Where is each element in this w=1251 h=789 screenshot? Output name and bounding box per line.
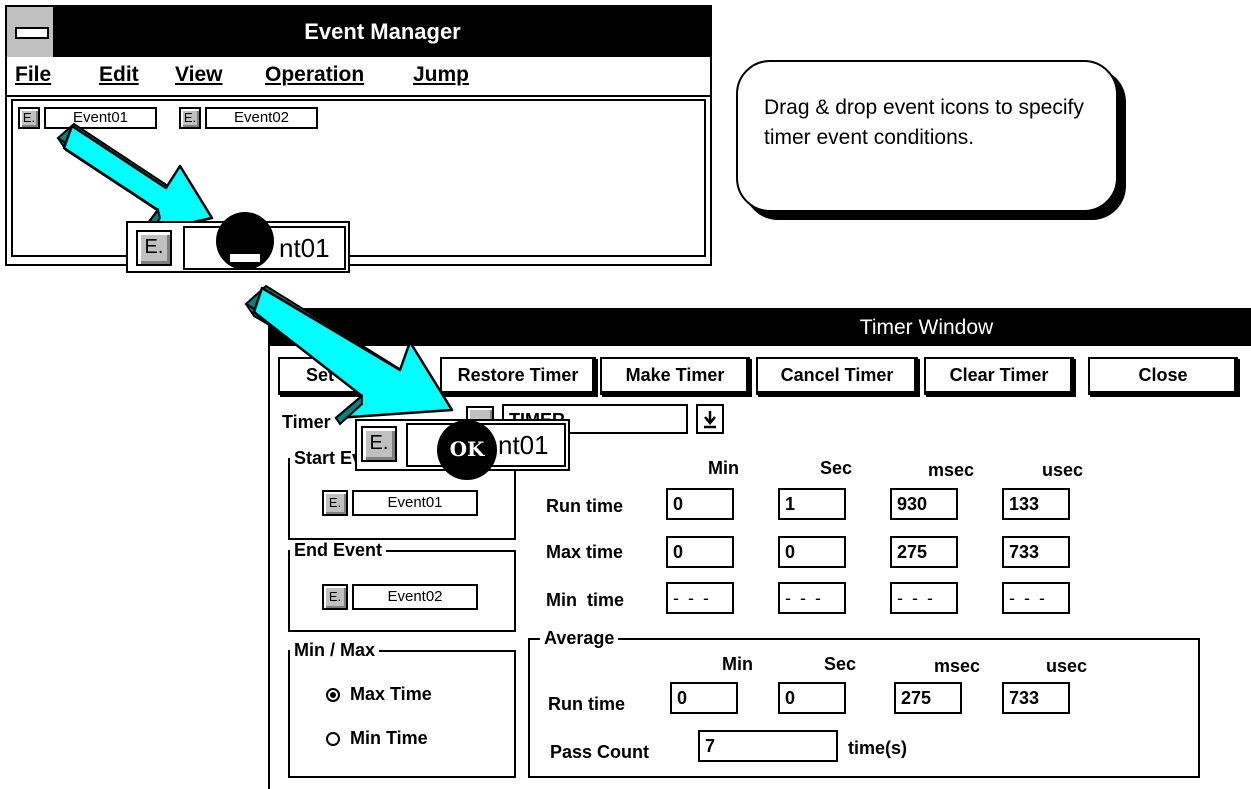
ok-cursor-icon: OK <box>437 420 497 480</box>
drag-arrows <box>56 122 454 426</box>
no-drop-cursor-icon <box>216 212 274 270</box>
ok-cursor-text: OK <box>449 437 485 461</box>
drag-arrow-2-icon <box>244 284 454 426</box>
drag-item-2-e-icon[interactable]: E. <box>361 426 397 462</box>
drag-item-1-e-icon[interactable]: E. <box>136 230 172 266</box>
